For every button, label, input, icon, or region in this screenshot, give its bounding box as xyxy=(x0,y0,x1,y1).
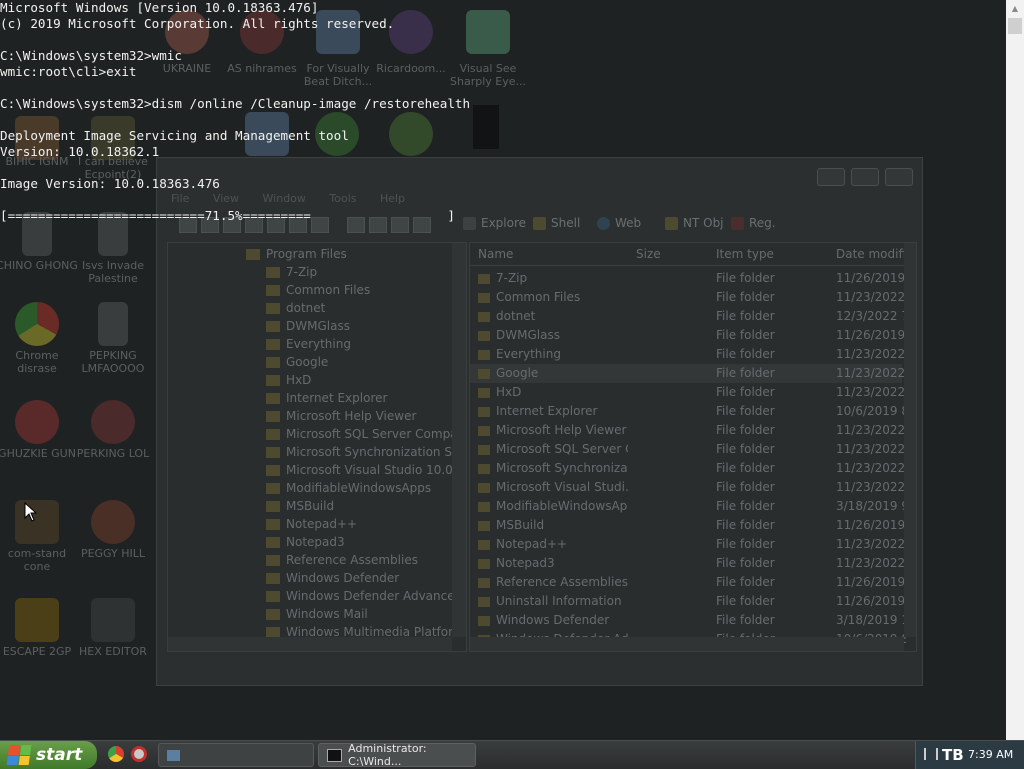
windows-logo-icon xyxy=(6,745,32,765)
console-line: Image Version: 10.0.18363.476 xyxy=(0,176,220,191)
mouse-cursor-icon xyxy=(24,502,38,522)
taskbar: start Administrator: C:\Wind... TB 7:39 … xyxy=(0,740,1024,769)
tb-app-icon[interactable]: TB xyxy=(942,746,964,764)
progress-line: [==========================71.5%========… xyxy=(0,208,455,223)
task-button-command-prompt[interactable]: Administrator: C:\Wind... xyxy=(318,742,476,768)
clock[interactable]: 7:39 AM xyxy=(968,748,1013,761)
task-button-explorer[interactable] xyxy=(158,743,314,767)
scroll-up-arrow-icon[interactable]: ▲ xyxy=(1006,0,1024,17)
console-line: Version: 10.0.18362.1 xyxy=(0,144,160,159)
window-icon xyxy=(167,749,180,761)
console-line: (c) 2019 Microsoft Corporation. All righ… xyxy=(0,16,395,31)
start-button[interactable]: start xyxy=(0,741,97,769)
scroll-thumb[interactable] xyxy=(1008,18,1022,34)
console-line: wmic:root\cli>exit xyxy=(0,64,137,79)
console-line: Deployment Image Servicing and Managemen… xyxy=(0,128,349,143)
volume-icon[interactable] xyxy=(924,748,938,760)
command-prompt-window[interactable]: Microsoft Windows [Version 10.0.18363.47… xyxy=(0,0,1006,740)
console-line: Microsoft Windows [Version 10.0.18363.47… xyxy=(0,0,319,15)
chrome-icon[interactable] xyxy=(108,746,124,762)
console-line: C:\Windows\system32>dism /online /Cleanu… xyxy=(0,96,471,111)
cmd-icon xyxy=(327,748,343,762)
system-tray: TB 7:39 AM xyxy=(915,741,1024,769)
console-line: C:\Windows\system32>wmic xyxy=(0,48,182,63)
console-scrollbar[interactable]: ▲ xyxy=(1006,0,1024,740)
record-icon[interactable] xyxy=(131,746,147,762)
